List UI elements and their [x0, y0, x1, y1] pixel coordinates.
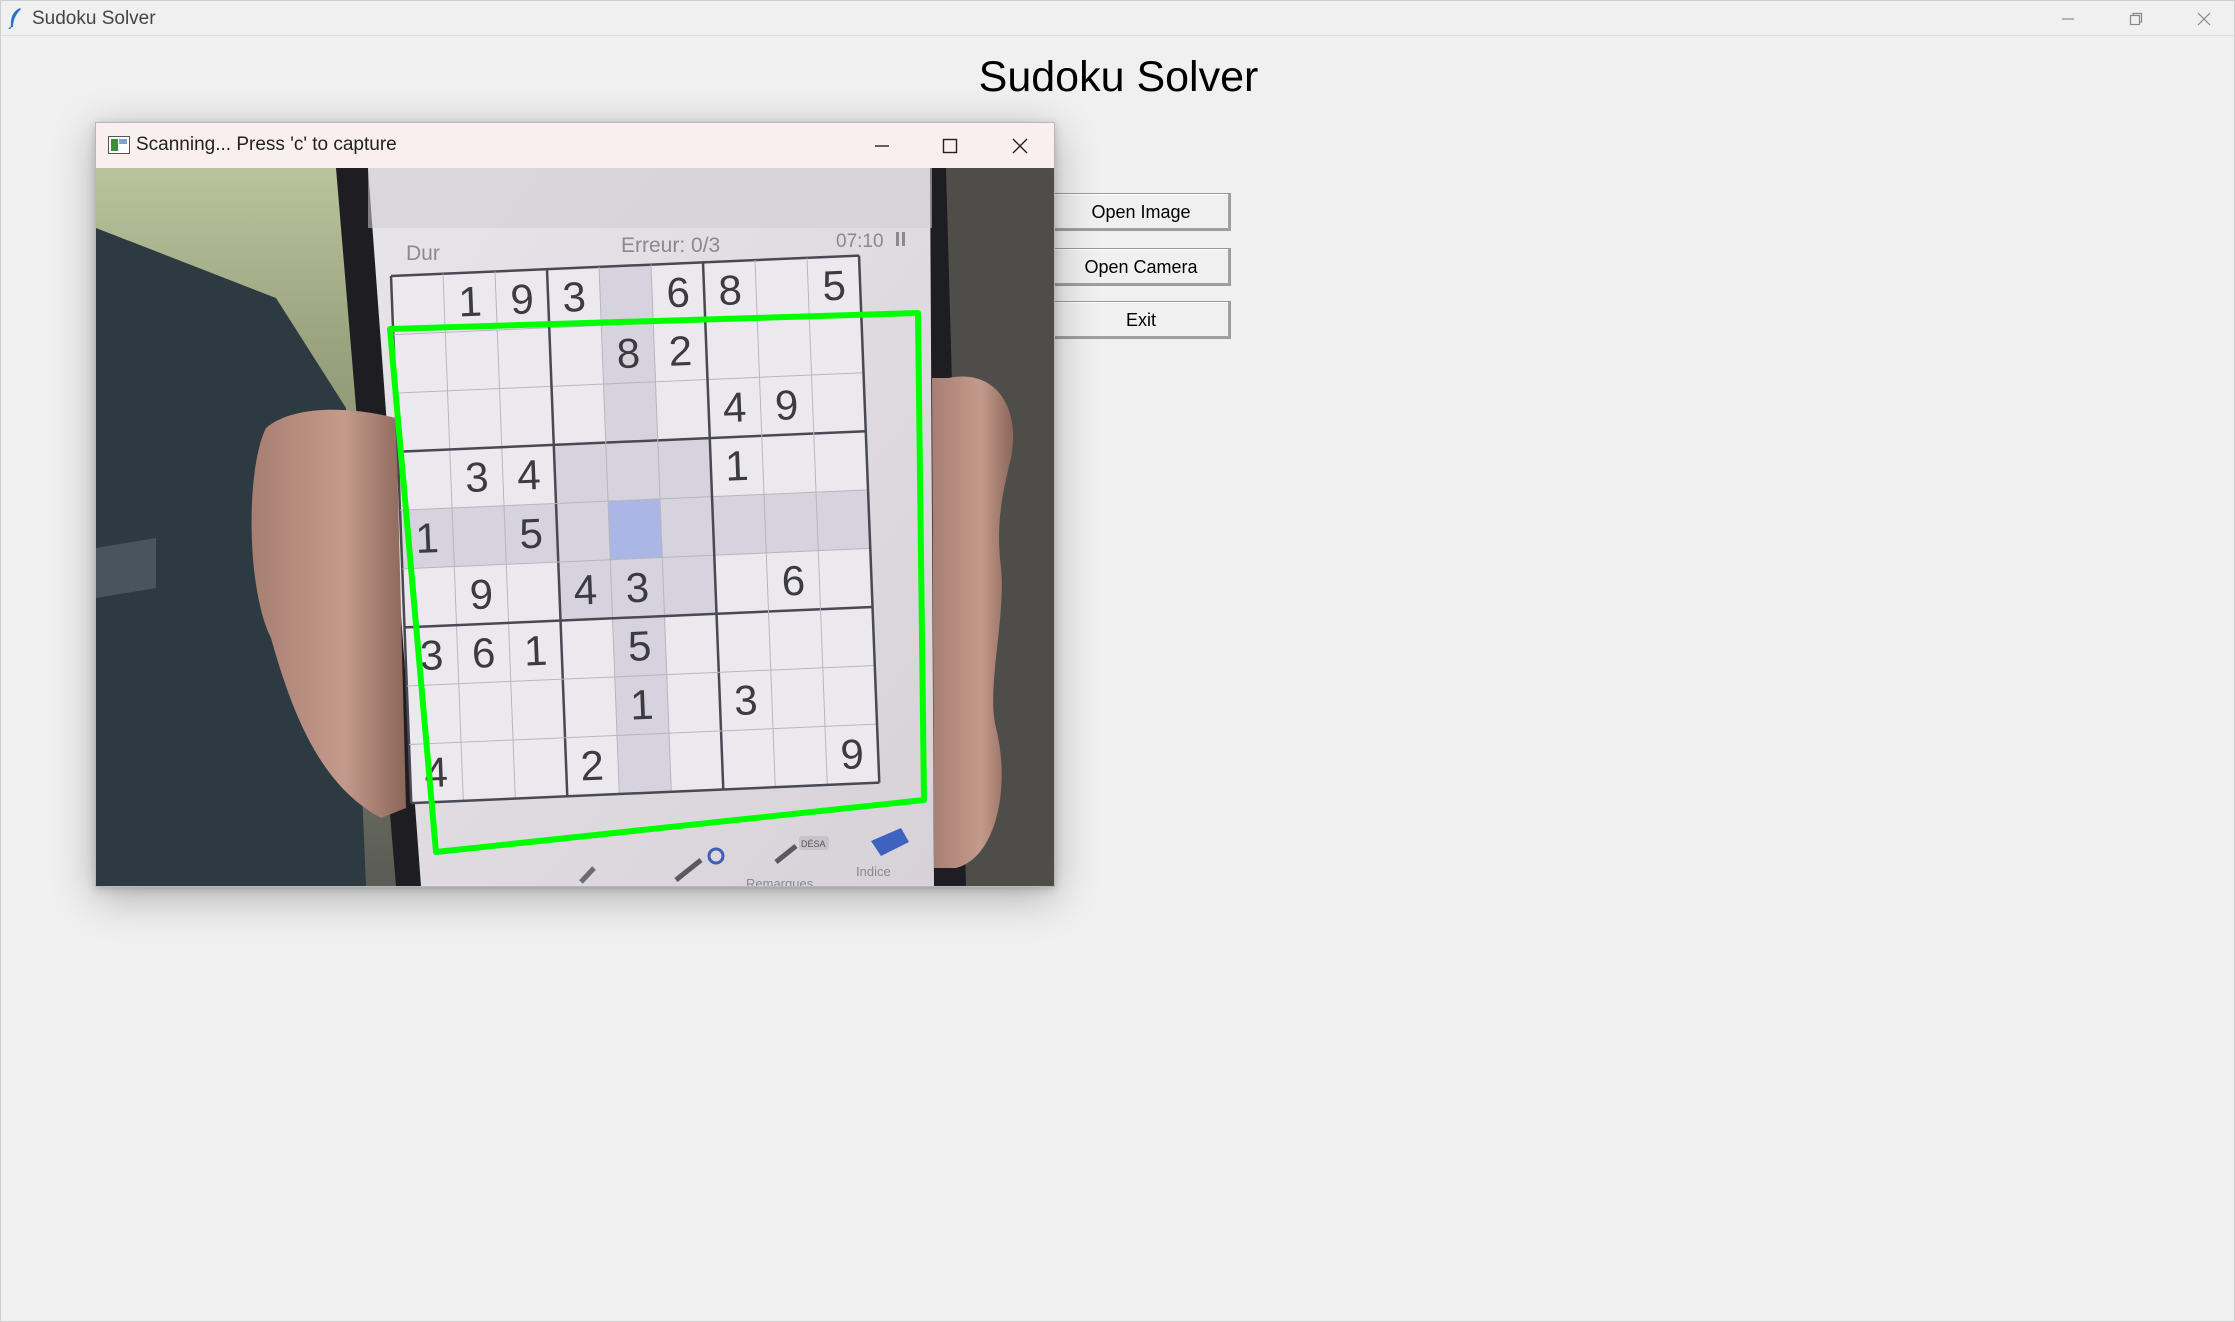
sudoku-cell-digit: 8 [718, 266, 743, 314]
scan-minimize-button[interactable] [848, 123, 916, 168]
sudoku-cell-digit: 3 [562, 273, 587, 321]
sudoku-cell-digit: 8 [616, 329, 641, 377]
sudoku-cell-digit: 9 [510, 275, 535, 323]
sudoku-cell-digit: 5 [627, 622, 652, 670]
open-image-button[interactable]: Open Image [1051, 193, 1231, 231]
highlight-cell [660, 496, 715, 558]
sudoku-cell-digit: 1 [415, 514, 440, 562]
sudoku-cell-digit: 3 [733, 676, 758, 724]
sudoku-cell-digit: 2 [580, 741, 605, 789]
app-heading: Sudoku Solver [978, 53, 1259, 101]
sudoku-cell-digit: 4 [722, 383, 747, 431]
highlight-cell [605, 440, 661, 502]
minimize-icon [2062, 17, 2074, 20]
scan-window[interactable]: Scanning... Press 'c' to capture Dur Err… [95, 122, 1055, 887]
scan-titlebar[interactable]: Scanning... Press 'c' to capture [96, 123, 1054, 168]
scan-maximize-button[interactable] [916, 123, 984, 168]
minimize-icon [875, 144, 889, 147]
opencv-window-icon [108, 136, 130, 154]
close-icon [1012, 138, 1028, 153]
sudoku-cell-digit: 6 [781, 557, 806, 605]
timer: 07:10 [836, 231, 884, 252]
sudoku-cell-digit: 6 [471, 629, 496, 677]
highlight-cell [662, 555, 717, 617]
highlight-cell [657, 438, 713, 499]
sudoku-cell-digit: 6 [666, 268, 691, 316]
difficulty-label: Dur [406, 242, 440, 265]
sudoku-cell-digit: 9 [840, 730, 865, 778]
shirt-logo [96, 538, 156, 598]
highlight-cell [599, 264, 654, 326]
restore-button[interactable] [2102, 1, 2170, 36]
sudoku-board: 1 9 3 6 8 58 24 93 4 11 59 4 3 63 6 1 51 34 2 9 [389, 254, 881, 805]
camera-feed: Dur Erreur: 0/3 07:10 193685824934115943… [96, 168, 1054, 886]
sudoku-cell-digit: 5 [822, 262, 847, 310]
highlight-cell [764, 492, 819, 553]
sudoku-cell-digit: 9 [469, 570, 494, 618]
sudoku-cell-digit: 2 [668, 327, 693, 375]
highlight-cell [603, 381, 658, 443]
open-camera-button[interactable]: Open Camera [1051, 248, 1231, 286]
sudoku-cell-digit: 1 [458, 277, 483, 325]
notes-label: Remarques [746, 876, 814, 886]
sudoku-cell-digit: 4 [516, 451, 541, 499]
sudoku-cell-digit: 4 [573, 566, 598, 614]
camera-scene: Dur Erreur: 0/3 07:10 1 9 3 6 8 58 24 93 4 11 59 4 3… [96, 168, 1054, 886]
restore-icon [2129, 12, 2143, 25]
highlight-cell [712, 494, 767, 556]
error-counter: Erreur: 0/3 [621, 234, 720, 257]
sudoku-cell-digit: 9 [774, 381, 799, 429]
close-icon [2197, 12, 2211, 25]
hint-label: Indice [856, 864, 891, 879]
main-window-title: Sudoku Solver [32, 8, 156, 29]
feather-icon [8, 8, 21, 29]
highlight-cell [452, 505, 507, 567]
minimize-button[interactable] [2034, 1, 2102, 36]
exit-button[interactable]: Exit [1051, 301, 1231, 339]
selected-cell [608, 498, 663, 560]
scan-window-title: Scanning... Press 'c' to capture [136, 134, 397, 155]
sudoku-cell-digit: 1 [724, 442, 749, 490]
highlight-cell [617, 733, 672, 795]
sudoku-cell-digit: 1 [523, 627, 548, 675]
main-titlebar[interactable]: Sudoku Solver [1, 1, 2234, 36]
sudoku-cell-digit: 3 [625, 564, 650, 612]
close-button[interactable] [2170, 1, 2235, 36]
sudoku-cell-digit: 5 [519, 509, 544, 557]
pause-icon [896, 232, 899, 246]
highlight-cell [556, 501, 611, 563]
highlight-cell [816, 489, 871, 551]
highlight-cell [553, 442, 609, 504]
maximize-icon [942, 138, 958, 153]
sudoku-cell-digit: 1 [629, 681, 654, 729]
sudoku-cell-digit: 3 [464, 453, 489, 501]
notes-badge: DÉSA [801, 839, 826, 849]
scan-close-button[interactable] [986, 123, 1054, 168]
